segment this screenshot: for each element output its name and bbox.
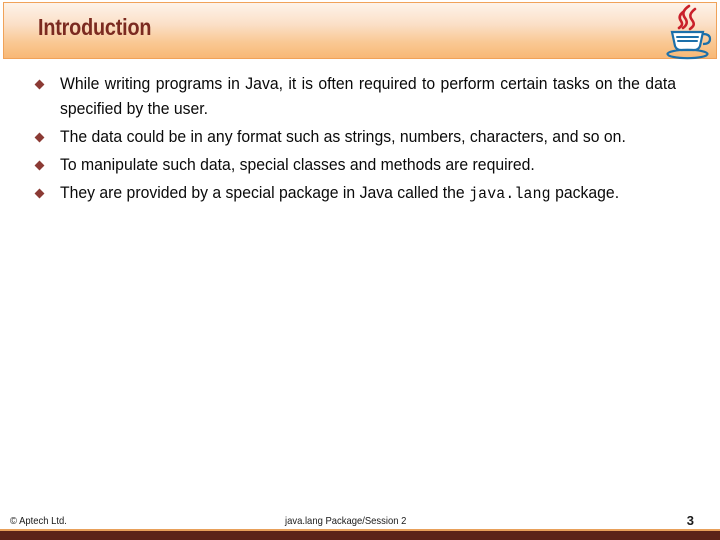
list-item: While writing programs in Java, it is of…	[0, 72, 720, 122]
footer-copyright: © Aptech Ltd.	[10, 515, 67, 527]
java-logo-icon	[659, 0, 716, 62]
footer-session-label: java.lang Package/Session 2	[285, 515, 407, 527]
list-item-text-tail: package.	[550, 184, 620, 202]
list-item-text: While writing programs in Java, it is of…	[60, 75, 676, 118]
slide-footer: © Aptech Ltd. java.lang Package/Session …	[0, 504, 720, 540]
diamond-bullet-icon	[34, 132, 45, 143]
footer-accent-bar	[0, 531, 720, 540]
footer-page-number: 3	[686, 513, 694, 528]
list-item: To manipulate such data, special classes…	[0, 153, 720, 178]
diamond-bullet-icon	[34, 160, 45, 171]
list-item-text-lead: They are provided by a special package i…	[60, 184, 470, 202]
diamond-bullet-icon	[34, 188, 45, 199]
list-item: The data could be in any format such as …	[0, 125, 720, 150]
list-item-text: To manipulate such data, special classes…	[60, 156, 535, 174]
inline-code-package-name: java.lang	[469, 185, 551, 203]
page-title: Introduction	[38, 14, 152, 40]
list-item-text: They are provided by a special package i…	[60, 181, 676, 207]
bullet-list: While writing programs in Java, it is of…	[0, 72, 720, 210]
list-item: They are provided by a special package i…	[0, 181, 720, 207]
diamond-bullet-icon	[34, 79, 45, 90]
list-item-text: The data could be in any format such as …	[60, 128, 626, 146]
slide-header-banner: Introduction	[3, 2, 717, 59]
